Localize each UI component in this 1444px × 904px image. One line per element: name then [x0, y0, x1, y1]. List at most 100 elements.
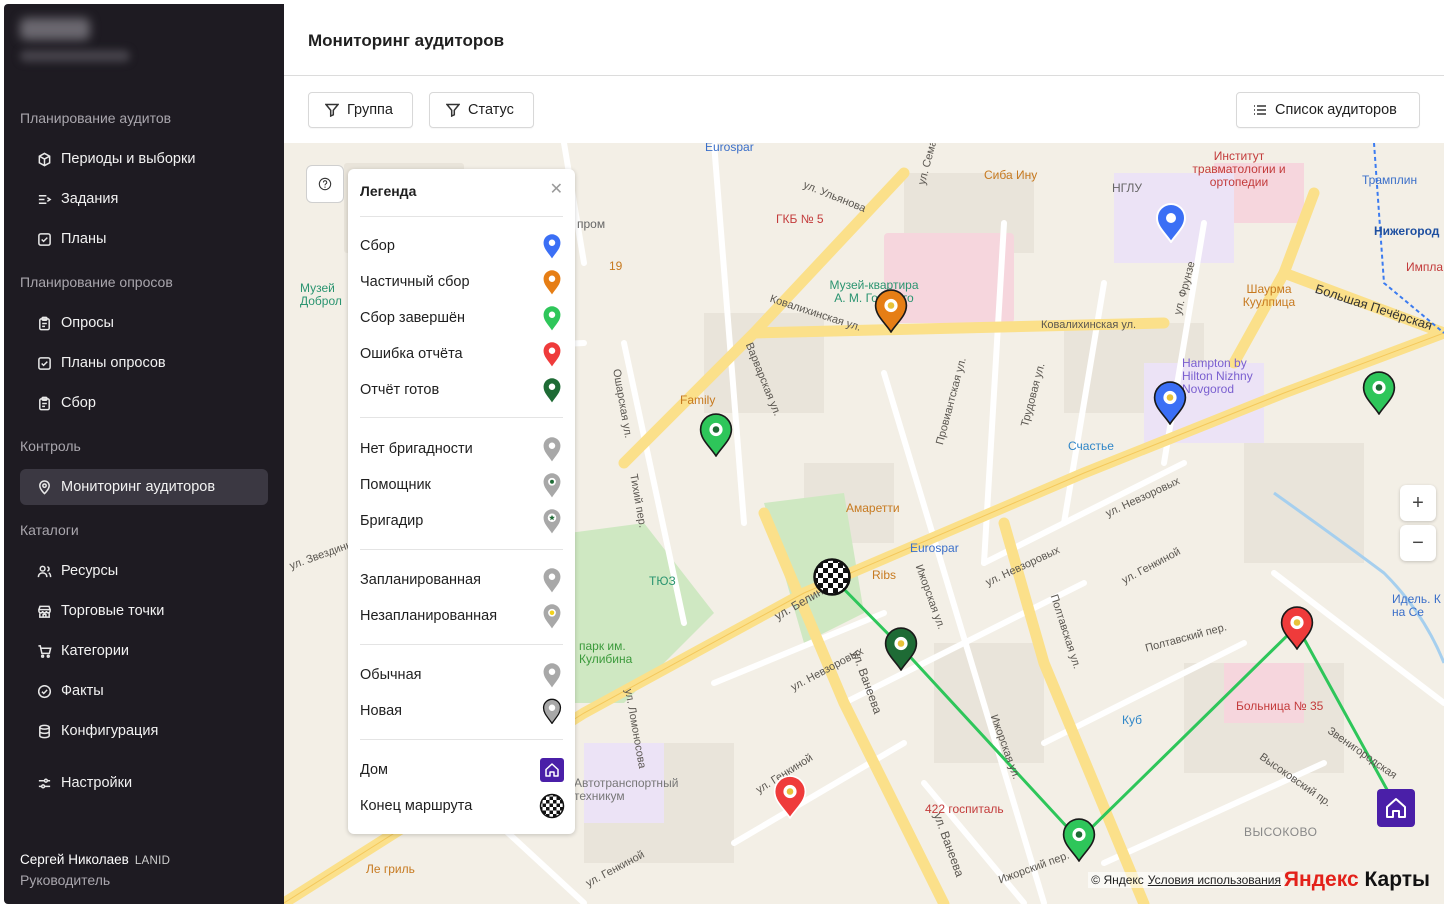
sidebar-item-categories[interactable]: Категории: [20, 633, 268, 669]
legend-item: Ошибка отчёта: [360, 341, 565, 367]
legend-toggle-button[interactable]: [306, 165, 344, 203]
pin-new-icon: [542, 698, 562, 724]
page-title: Мониторинг аудиторов: [308, 31, 505, 50]
sidebar-item-label: Мониторинг аудиторов: [61, 479, 216, 495]
sidebar-item-label: Задания: [61, 191, 119, 207]
logo-part-b: Карты: [1364, 868, 1430, 891]
checkered-flag-icon: [539, 793, 565, 819]
cart-icon: [36, 643, 52, 659]
sidebar-item-label: Периоды и выборки: [61, 151, 196, 167]
marker-report-ready[interactable]: [883, 627, 919, 671]
legend-label: Дом: [360, 762, 389, 778]
sidebar-item-plans[interactable]: Планы: [20, 221, 268, 257]
sidebar-item-collection[interactable]: Сбор: [20, 385, 268, 421]
zoom-out-button[interactable]: −: [1400, 525, 1436, 561]
legend-panel: Легенда ✕ Сбор Частичный сбор Сбор завер…: [348, 169, 575, 834]
poi-label: Family: [680, 393, 716, 407]
zoom-in-button[interactable]: +: [1400, 485, 1436, 521]
sidebar-item-surveys[interactable]: Опросы: [20, 305, 268, 341]
clipboard-icon: [36, 315, 52, 331]
pin-foreman-icon: [543, 509, 561, 534]
poi-label: Счастье: [1068, 439, 1114, 453]
status-filter-button[interactable]: Статус: [429, 92, 534, 128]
sidebar-item-label: Торговые точки: [61, 603, 165, 619]
legend-item: Бригадир: [360, 508, 565, 534]
poi-label: Импла: [1406, 260, 1444, 274]
sidebar-item-tasks[interactable]: Задания: [20, 181, 268, 217]
group-filter-button[interactable]: Группа: [308, 92, 413, 128]
sidebar-item-resources[interactable]: Ресурсы: [20, 553, 268, 589]
legend-label: Конец маршрута: [360, 798, 473, 814]
marker-complete-green[interactable]: [1061, 818, 1097, 862]
auditors-list-button[interactable]: Список аудиторов: [1236, 92, 1420, 128]
route-end-icon[interactable]: [813, 558, 851, 596]
home-icon[interactable]: [1376, 788, 1416, 828]
poi-label: Шаурма Куулпица: [1242, 282, 1296, 309]
poi-label: ВЫСОКОВО: [1244, 825, 1318, 839]
section-survey-planning: Планирование опросов: [20, 274, 173, 290]
sliders-icon: [36, 775, 52, 791]
brand-logo[interactable]: [20, 18, 130, 62]
marker-report-error[interactable]: [772, 775, 808, 819]
legend-item: Запланированная: [360, 567, 565, 593]
poi-label: Идель. К на Се: [1392, 592, 1441, 619]
help-circle-icon: [318, 177, 332, 191]
poi-label: Eurospar: [910, 541, 959, 555]
terms-link[interactable]: Условия использования: [1148, 873, 1281, 887]
marker-complete-green[interactable]: [698, 413, 734, 457]
user-role: Руководитель: [20, 872, 111, 888]
cube-icon: [36, 151, 52, 167]
user-profile[interactable]: Сергей Николаев LANID Руководитель: [20, 852, 170, 888]
clipboard-icon: [36, 395, 52, 411]
legend-item: Отчёт готов: [360, 377, 565, 403]
marker-collection-blue[interactable]: [1152, 381, 1188, 425]
legend-label: Запланированная: [360, 572, 481, 588]
sidebar-item-facts[interactable]: Факты: [20, 673, 268, 709]
poi-label: Трамплин: [1362, 173, 1418, 187]
legend-item: Частичный сбор: [360, 269, 565, 295]
legend-item: Сбор завершён: [360, 305, 565, 331]
sidebar: Планирование аудитов Периоды и выборки З…: [4, 4, 284, 904]
marker-report-error[interactable]: [1279, 606, 1315, 650]
poi-label: 19: [609, 259, 623, 273]
user-org: LANID: [134, 855, 171, 867]
sidebar-item-settings[interactable]: Настройки: [20, 765, 268, 801]
pin-planned-icon: [543, 568, 561, 593]
marker-collection-blue[interactable]: [1155, 203, 1187, 243]
yandex-maps-logo[interactable]: Яндекс Карты: [1284, 868, 1430, 892]
legend-label: Нет бригадности: [360, 441, 473, 457]
pin-blue-icon: [543, 234, 561, 259]
sidebar-item-configuration[interactable]: Конфигурация: [20, 713, 268, 749]
poi-label: Ribs: [872, 568, 897, 582]
street-label: Ковалихинская ул.: [1041, 319, 1137, 331]
legend-item: Новая: [360, 698, 565, 724]
list-icon: [1254, 105, 1266, 115]
poi-label: Больница № 35: [1236, 699, 1324, 713]
poi-label: Eurospar: [705, 143, 754, 154]
sidebar-item-survey-plans[interactable]: Планы опросов: [20, 345, 268, 381]
poi-label: Ле гриль: [366, 862, 415, 876]
marker-partial-orange[interactable]: [873, 289, 909, 333]
poi-label: Сиба Ину: [984, 168, 1038, 182]
toolbar: Группа Статус Список аудиторов: [284, 76, 1444, 142]
poi-label: НГЛУ: [1112, 181, 1142, 195]
map-attribution: © Яндекс Условия использования: [1088, 872, 1284, 888]
section-audit-planning: Планирование аудитов: [20, 110, 172, 126]
marker-complete-green[interactable]: [1361, 371, 1397, 415]
poi-label: Нижегород: [1374, 224, 1440, 238]
legend-item: Конец маршрута: [360, 793, 565, 819]
check-circle-icon: [36, 683, 52, 699]
close-icon[interactable]: ✕: [550, 179, 563, 199]
sidebar-item-stores[interactable]: Торговые точки: [20, 593, 268, 629]
legend-item: Сбор: [360, 233, 565, 259]
sidebar-item-label: Факты: [61, 683, 104, 699]
store-icon: [36, 603, 52, 619]
sidebar-item-auditor-monitoring[interactable]: Мониторинг аудиторов: [20, 469, 268, 505]
list-arrow-icon: [36, 191, 52, 207]
database-icon: [36, 723, 52, 739]
legend-item: Незапланированная: [360, 603, 565, 629]
map-view[interactable]: ул. Ульянова Ковалихинская ул. Ковалихин…: [284, 143, 1444, 904]
poi-label: Институт травматологии и ортопедии: [1192, 149, 1286, 189]
sidebar-item-periods[interactable]: Периоды и выборки: [20, 141, 268, 177]
legend-item: Нет бригадности: [360, 436, 565, 462]
